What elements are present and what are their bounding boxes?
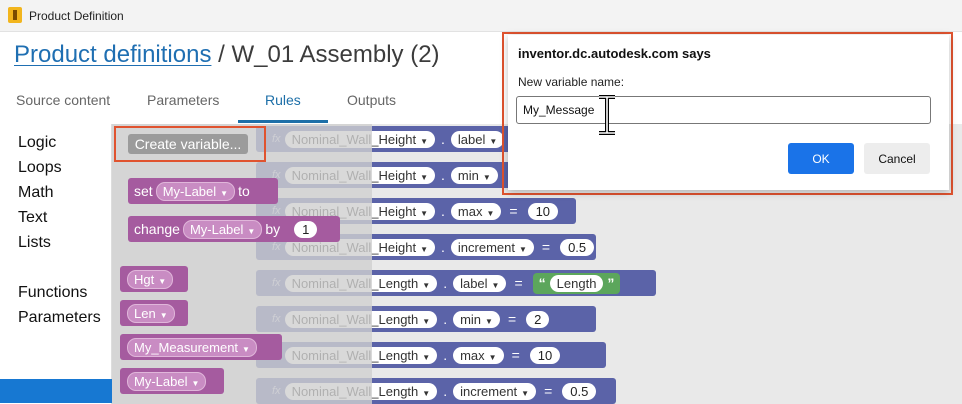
number-value[interactable]: 10 — [527, 202, 559, 220]
category-variables[interactable]: Variables — [18, 259, 84, 277]
dot-operator: . — [441, 131, 445, 147]
variable-block-my-measurement[interactable]: My_Measurement ▼ — [120, 334, 282, 360]
change-variable-dropdown[interactable]: My-Label ▼ — [182, 219, 263, 239]
dot-operator: . — [443, 311, 448, 327]
property-dropdown[interactable]: label ▼ — [450, 130, 505, 148]
text-cursor-icon — [599, 95, 615, 135]
variables-flyout — [112, 124, 372, 404]
by-keyword: by — [265, 221, 281, 237]
window-title: Product Definition — [29, 9, 124, 23]
page-title: Product definitions / W_01 Assembly (2) — [14, 41, 440, 69]
breadcrumb-current: W_01 Assembly (2) — [231, 41, 440, 68]
category-functions[interactable]: Functions — [18, 284, 87, 302]
block-toolbox: Logic Loops Math Text Lists Variables Fu… — [0, 124, 112, 404]
app-window: Product Definition Product definitions /… — [0, 0, 962, 404]
category-math[interactable]: Math — [18, 184, 54, 202]
category-lists[interactable]: Lists — [18, 234, 51, 252]
equals-operator: = — [541, 239, 551, 255]
equals-operator: = — [514, 275, 523, 291]
equals-operator: = — [507, 311, 517, 327]
selected-category-highlight — [0, 379, 112, 403]
property-dropdown[interactable]: label ▼ — [453, 274, 507, 292]
number-value[interactable]: 2 — [526, 310, 550, 328]
equals-operator: = — [544, 383, 553, 399]
ok-button[interactable]: OK — [788, 143, 854, 174]
category-parameters[interactable]: Parameters — [18, 309, 101, 327]
variable-block-my-label[interactable]: My-Label ▼ — [120, 368, 224, 394]
property-dropdown[interactable]: min ▼ — [450, 166, 498, 184]
create-variable-highlight — [114, 126, 266, 162]
category-text[interactable]: Text — [18, 209, 47, 227]
breadcrumb-product-definitions-link[interactable]: Product definitions — [14, 41, 211, 68]
inventor-app-icon — [8, 7, 22, 23]
tab-outputs[interactable]: Outputs — [347, 92, 396, 108]
category-logic[interactable]: Logic — [18, 134, 56, 152]
breadcrumb-separator: / — [218, 41, 225, 68]
property-dropdown[interactable]: max ▼ — [450, 202, 502, 220]
dot-operator: . — [441, 203, 445, 219]
number-value[interactable]: 10 — [529, 346, 561, 364]
dot-operator: . — [443, 275, 448, 291]
set-variable-block[interactable]: set My-Label ▼ to — [128, 178, 278, 204]
tab-parameters[interactable]: Parameters — [147, 92, 219, 108]
equals-operator: = — [509, 203, 518, 219]
variable-block-hgt[interactable]: Hgt ▼ — [120, 266, 188, 292]
tab-rules[interactable]: Rules — [265, 92, 301, 108]
variable-name-input[interactable]: My_Message — [516, 96, 931, 124]
dot-operator: . — [441, 239, 445, 255]
property-dropdown[interactable]: increment ▼ — [450, 238, 534, 256]
property-dropdown[interactable]: max ▼ — [453, 346, 504, 364]
to-keyword: to — [238, 183, 250, 199]
active-tab-indicator — [238, 120, 328, 123]
property-dropdown[interactable]: min ▼ — [453, 310, 500, 328]
dialog-title: inventor.dc.autodesk.com says — [518, 46, 711, 61]
title-bar: Product Definition — [0, 0, 962, 32]
property-dropdown[interactable]: increment ▼ — [453, 382, 537, 400]
set-keyword: set — [134, 183, 153, 199]
equals-operator: = — [511, 347, 520, 363]
text-value-block[interactable]: “Length” — [532, 272, 621, 294]
new-variable-dialog: inventor.dc.autodesk.com says New variab… — [508, 35, 949, 190]
dot-operator: . — [443, 383, 448, 399]
set-variable-dropdown[interactable]: My-Label ▼ — [155, 181, 236, 201]
dot-operator: . — [441, 167, 445, 183]
number-value[interactable]: 0.5 — [560, 238, 595, 256]
number-value[interactable]: 0.5 — [562, 382, 597, 400]
dialog-prompt-label: New variable name: — [518, 75, 625, 89]
change-keyword: change — [134, 221, 180, 237]
category-loops[interactable]: Loops — [18, 159, 62, 177]
change-by-value[interactable]: 1 — [294, 220, 318, 238]
change-variable-block[interactable]: change My-Label ▼ by 1 — [128, 216, 340, 242]
cancel-button[interactable]: Cancel — [864, 143, 930, 174]
variable-block-len[interactable]: Len ▼ — [120, 300, 188, 326]
dot-operator: . — [443, 347, 448, 363]
tab-source-content[interactable]: Source content — [16, 92, 110, 108]
